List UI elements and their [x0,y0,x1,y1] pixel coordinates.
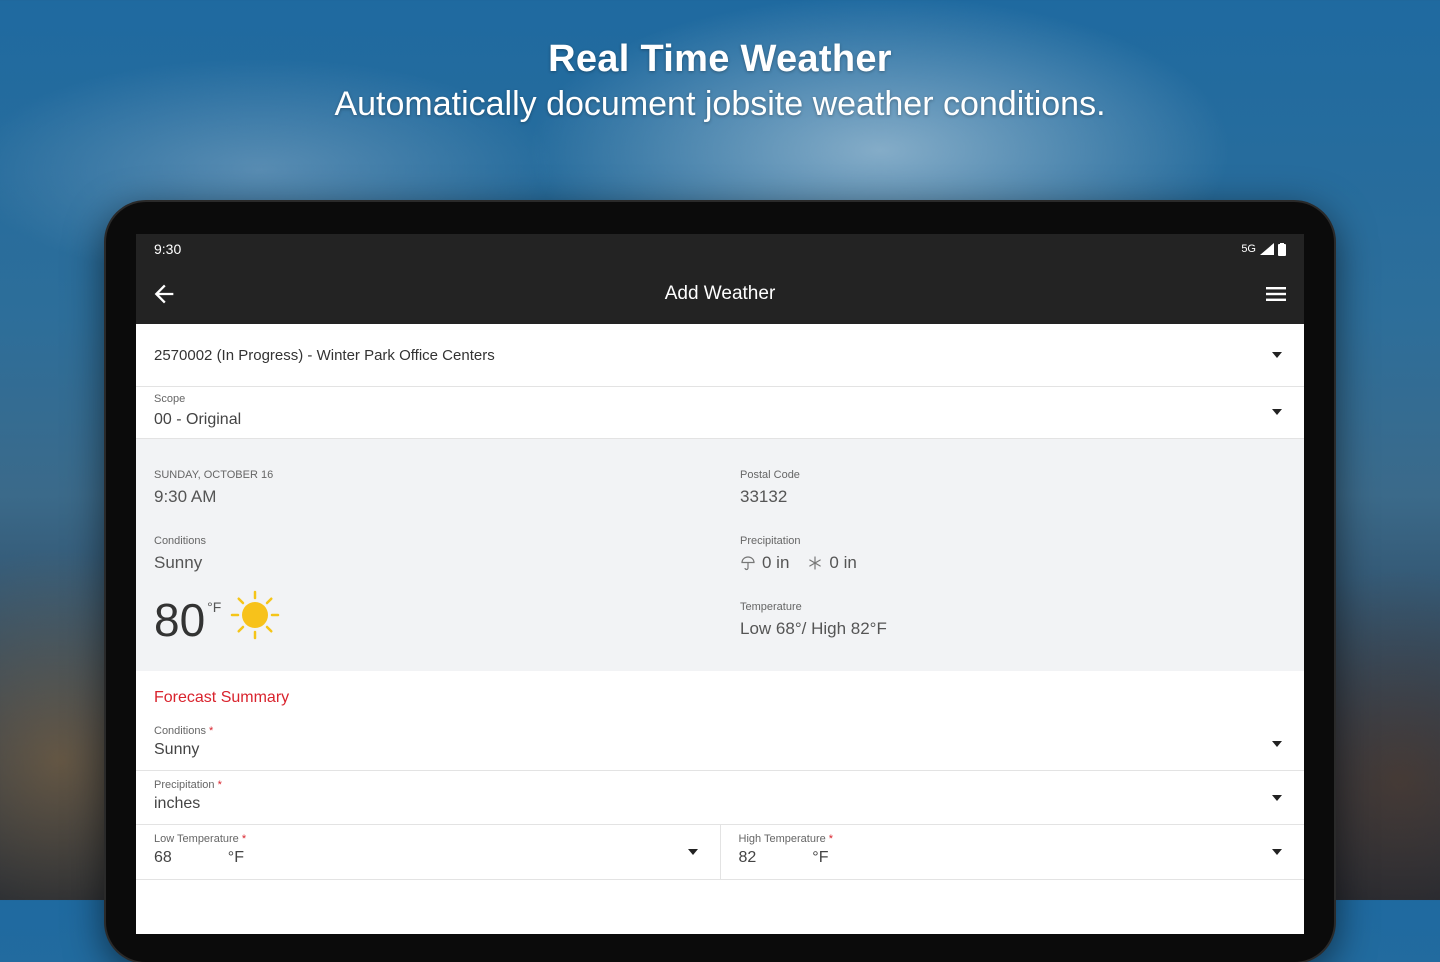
conditions-block: Conditions Sunny [154,535,281,573]
precipitation-label: Precipitation [740,535,801,547]
status-bar: 9:30 5G [136,234,1304,264]
high-temperature-label: High Temperature * [738,833,834,845]
chevron-down-icon [1272,409,1282,415]
battery-icon [1278,242,1286,256]
app-screen: 9:30 5G Add Weather 2570002 (In Progress… [136,234,1304,934]
temperature-number: 80 [154,594,206,646]
low-temperature-select[interactable]: Low Temperature * 68 °F [136,825,721,879]
forecast-conditions-value: Sunny [154,741,200,758]
date-block: SUNDAY, OCTOBER 16 9:30 AM [154,469,281,507]
scope-label: Scope [154,393,186,405]
chevron-down-icon [687,849,698,855]
temperature-fields: Low Temperature * 68 °F High Temperature … [136,825,1304,880]
hamburger-menu-icon[interactable] [1264,282,1288,306]
page-title: Add Weather [664,283,776,304]
high-temperature-select[interactable]: High Temperature * 82 °F [720,825,1304,879]
status-icons: 5G [1241,242,1286,256]
postal-label: Postal Code [740,469,800,481]
scope-select[interactable]: Scope 00 - Original [136,387,1304,439]
hero: Real Time Weather Automatically document… [0,38,1440,124]
precipitation-values: 0 in 0 in [740,553,887,573]
sun-icon [231,590,280,640]
chevron-down-icon [1272,352,1282,358]
forecast-conditions-select[interactable]: Conditions * Sunny [136,717,1304,771]
app-bar: Add Weather [136,264,1304,324]
time-value: 9:30 AM [154,487,217,506]
low-temperature-value: 68 °F [154,849,244,866]
status-time: 9:30 [154,241,182,257]
signal-icon [1260,243,1274,255]
temperature-range-block: Temperature Low 68°/ High 82°F [740,601,887,639]
project-value: 2570002 (In Progress) - Winter Park Offi… [154,346,495,364]
arrow-left-icon[interactable] [150,280,178,308]
umbrella-icon [741,556,755,571]
postal-block: Postal Code 33132 [740,469,887,507]
high-temperature-value: 82 °F [738,849,829,866]
forecast-conditions-label: Conditions * [154,725,214,737]
network-label: 5G [1241,243,1256,255]
low-temperature-label: Low Temperature * [154,833,247,845]
tablet-frame: 9:30 5G Add Weather 2570002 (In Progress… [106,202,1334,962]
project-select[interactable]: 2570002 (In Progress) - Winter Park Offi… [136,324,1304,387]
current-weather-right: Postal Code 33132 Precipitation 0 in 0 i… [740,469,887,667]
forecast-precipitation-select[interactable]: Precipitation * inches [136,771,1304,825]
chevron-down-icon [1272,849,1282,855]
conditions-label: Conditions [154,535,206,547]
hero-title: Real Time Weather [548,38,892,80]
date-label: SUNDAY, OCTOBER 16 [154,469,274,481]
snowflake-icon [809,556,822,570]
forecast-precipitation-label: Precipitation * [154,779,222,791]
hero-subtitle: Automatically document jobsite weather c… [334,85,1106,123]
forecast-summary-heading: Forecast Summary [136,671,1304,717]
chevron-down-icon [1272,741,1282,747]
temperature-range: Low 68°/ High 82°F [740,619,887,638]
snow-value: 0 in [829,553,857,572]
conditions-value: Sunny [154,553,203,572]
chevron-down-icon [1272,795,1282,801]
temperature-label: Temperature [740,601,802,613]
precipitation-block: Precipitation 0 in 0 in [740,535,887,573]
current-weather-panel: SUNDAY, OCTOBER 16 9:30 AM Conditions Su… [136,439,1304,671]
current-temperature: 80 °F [154,590,281,646]
forecast-precipitation-value: inches [154,795,201,812]
scope-value: 00 - Original [154,411,242,428]
current-weather-left: SUNDAY, OCTOBER 16 9:30 AM Conditions Su… [154,469,281,643]
temperature-unit: °F [207,599,222,615]
rain-value: 0 in [762,553,790,572]
postal-value: 33132 [740,487,788,506]
